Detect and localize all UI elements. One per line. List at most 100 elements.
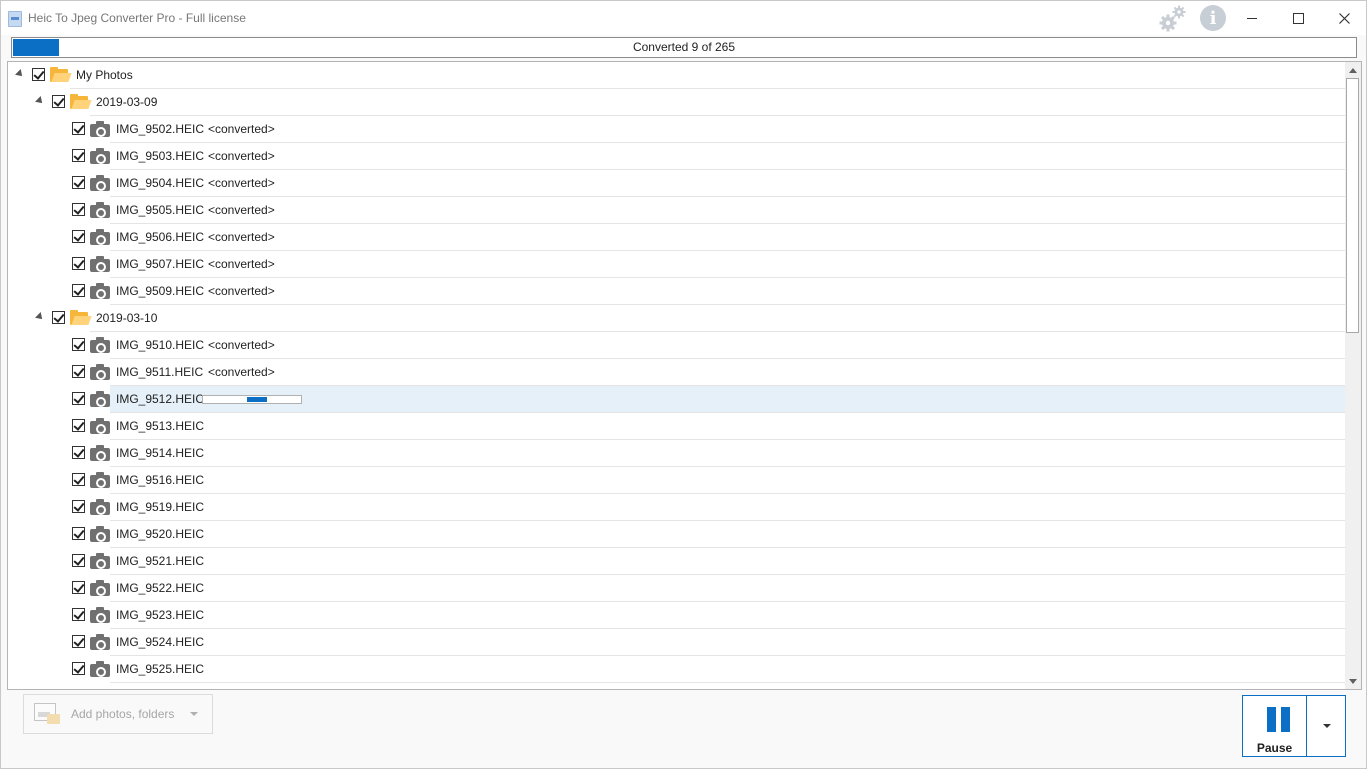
file-row[interactable]: IMG_9502.HEIC <converted>: [8, 116, 1345, 143]
file-status: <converted>: [208, 257, 275, 271]
checkbox[interactable]: [52, 95, 65, 108]
pause-label: Pause: [1256, 741, 1293, 755]
folder-open-icon: [70, 310, 92, 326]
checkbox[interactable]: [72, 662, 85, 675]
checkbox[interactable]: [72, 284, 85, 297]
camera-icon: [90, 148, 110, 164]
file-row[interactable]: IMG_9523.HEIC: [8, 602, 1345, 629]
expander-icon[interactable]: [35, 96, 45, 106]
photo-tree[interactable]: My Photos 2019-03-09 IMG_9502.HEIC <convert…: [7, 61, 1362, 690]
camera-icon: [90, 175, 110, 191]
row-cell: [110, 548, 1345, 575]
folder-row[interactable]: 2019-03-10: [8, 305, 1345, 332]
root-folder-row[interactable]: My Photos: [8, 62, 1345, 89]
file-name: IMG_9522.HEIC: [116, 581, 205, 595]
row-cell: [90, 89, 1345, 116]
minimize-button[interactable]: [1229, 1, 1275, 35]
file-row[interactable]: IMG_9509.HEIC <converted>: [8, 278, 1345, 305]
row-cell: [110, 494, 1345, 521]
file-name: IMG_9506.HEIC: [116, 230, 205, 244]
checkbox[interactable]: [52, 311, 65, 324]
checkbox[interactable]: [72, 527, 85, 540]
checkbox[interactable]: [72, 149, 85, 162]
file-name: IMG_9512.HEIC: [116, 392, 205, 406]
file-name: IMG_9504.HEIC: [116, 176, 205, 190]
checkbox[interactable]: [72, 122, 85, 135]
maximize-icon: [1292, 12, 1304, 24]
minimize-icon: [1247, 17, 1257, 19]
file-row[interactable]: IMG_9504.HEIC <converted>: [8, 170, 1345, 197]
file-row[interactable]: IMG_9507.HEIC <converted>: [8, 251, 1345, 278]
camera-icon: [90, 337, 110, 353]
add-photos-button[interactable]: Add photos, folders: [23, 694, 213, 734]
checkbox[interactable]: [72, 176, 85, 189]
file-row[interactable]: IMG_9513.HEIC: [8, 413, 1345, 440]
pause-button[interactable]: Pause: [1242, 695, 1307, 757]
file-row[interactable]: IMG_9521.HEIC: [8, 548, 1345, 575]
title-bar[interactable]: Heic To Jpeg Converter Pro - Full licens…: [1, 1, 1366, 35]
folder-row[interactable]: 2019-03-09: [8, 89, 1345, 116]
row-cell: [110, 251, 1345, 278]
file-row[interactable]: IMG_9519.HEIC: [8, 494, 1345, 521]
file-row[interactable]: IMG_9505.HEIC <converted>: [8, 197, 1345, 224]
file-name: IMG_9523.HEIC: [116, 608, 205, 622]
expander-icon[interactable]: [15, 69, 25, 79]
file-row[interactable]: IMG_9506.HEIC <converted>: [8, 224, 1345, 251]
expander-icon[interactable]: [35, 312, 45, 322]
file-row[interactable]: IMG_9511.HEIC <converted>: [8, 359, 1345, 386]
file-row[interactable]: IMG_9524.HEIC: [8, 629, 1345, 656]
scroll-up-button[interactable]: [1345, 62, 1361, 78]
file-name: IMG_9520.HEIC: [116, 527, 205, 541]
checkbox[interactable]: [72, 338, 85, 351]
checkbox[interactable]: [72, 635, 85, 648]
checkbox[interactable]: [72, 203, 85, 216]
file-status: <converted>: [208, 122, 275, 136]
checkbox[interactable]: [72, 392, 85, 405]
checkbox[interactable]: [72, 500, 85, 513]
folder-open-icon: [50, 67, 72, 83]
gear-icon: [1159, 5, 1186, 32]
checkbox[interactable]: [72, 230, 85, 243]
file-name: IMG_9513.HEIC: [116, 419, 205, 433]
file-name: IMG_9509.HEIC: [116, 284, 205, 298]
checkbox[interactable]: [72, 608, 85, 621]
file-status: <converted>: [208, 338, 275, 352]
checkbox[interactable]: [32, 68, 45, 81]
pause-options-dropdown[interactable]: [1306, 695, 1346, 757]
row-cell: [70, 62, 1345, 89]
camera-icon: [90, 121, 110, 137]
close-button[interactable]: [1321, 1, 1367, 35]
file-row[interactable]: IMG_9512.HEIC: [8, 386, 1345, 413]
about-button[interactable]: i: [1197, 3, 1229, 33]
row-cell: [110, 467, 1345, 494]
file-row[interactable]: IMG_9510.HEIC <converted>: [8, 332, 1345, 359]
maximize-button[interactable]: [1275, 1, 1321, 35]
file-row[interactable]: IMG_9503.HEIC <converted>: [8, 143, 1345, 170]
file-row[interactable]: IMG_9514.HEIC: [8, 440, 1345, 467]
camera-icon: [90, 202, 110, 218]
checkbox[interactable]: [72, 419, 85, 432]
vertical-scrollbar[interactable]: [1345, 62, 1361, 689]
folder-name: 2019-03-10: [96, 311, 158, 325]
file-row[interactable]: IMG_9516.HEIC: [8, 467, 1345, 494]
scroll-down-icon: [1349, 678, 1357, 684]
checkbox[interactable]: [72, 446, 85, 459]
settings-button[interactable]: [1157, 3, 1189, 33]
file-row[interactable]: IMG_9525.HEIC: [8, 656, 1345, 683]
checkbox[interactable]: [72, 365, 85, 378]
file-row[interactable]: IMG_9522.HEIC: [8, 575, 1345, 602]
scrollbar-thumb[interactable]: [1346, 78, 1359, 333]
checkbox[interactable]: [72, 581, 85, 594]
file-progress-fill: [247, 397, 267, 402]
camera-icon: [90, 418, 110, 434]
row-cell: [110, 413, 1345, 440]
file-name: IMG_9511.HEIC: [116, 365, 204, 379]
scroll-down-button[interactable]: [1345, 673, 1361, 689]
camera-icon: [90, 256, 110, 272]
row-cell: [110, 656, 1345, 683]
checkbox[interactable]: [72, 257, 85, 270]
file-name: IMG_9505.HEIC: [116, 203, 205, 217]
checkbox[interactable]: [72, 473, 85, 486]
file-row[interactable]: IMG_9520.HEIC: [8, 521, 1345, 548]
checkbox[interactable]: [72, 554, 85, 567]
